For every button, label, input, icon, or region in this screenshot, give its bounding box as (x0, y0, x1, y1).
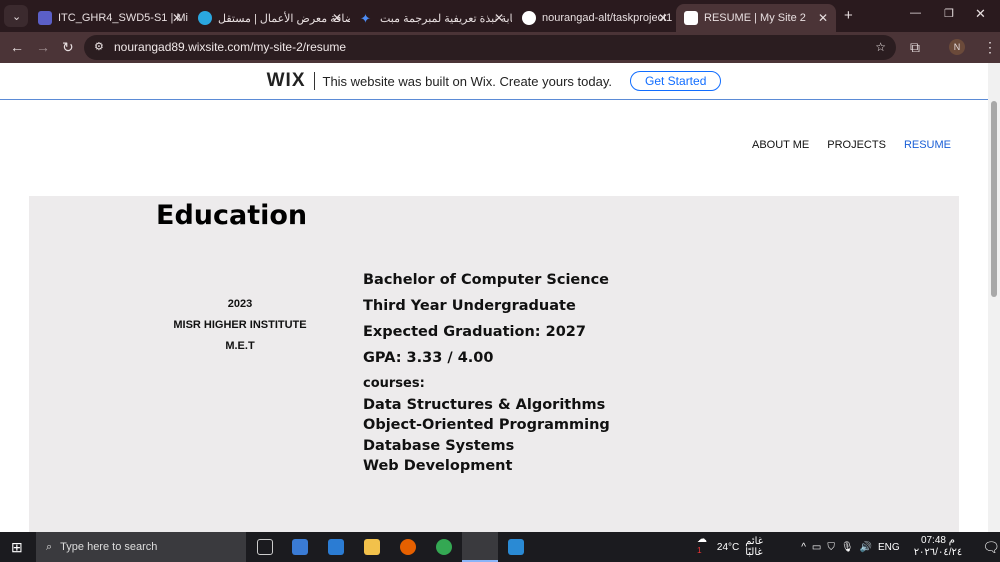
tab-teams[interactable]: ITC_GHR4_SWD5-S1 | Mi ✕ (30, 4, 190, 32)
education-year: 2023 (227, 298, 253, 310)
back-icon[interactable]: ← (10, 39, 24, 55)
course-item: Object-Oriented Programming (363, 417, 610, 433)
forward-icon[interactable]: → (36, 39, 50, 55)
browser-toolbar: ← → ↻ ⚙ nourangad89.wixsite.com/my-site-2… (0, 32, 1000, 63)
tab-resume[interactable]: RESUME | My Site 2 ✕ (676, 4, 836, 32)
network-icon[interactable]: ▭ (812, 542, 821, 553)
profile-avatar[interactable]: N (949, 39, 965, 55)
tab-title: nourangad-alt/taskproject1 (542, 12, 673, 24)
weather-text[interactable]: غائم غالبًا (745, 536, 781, 558)
file-explorer-icon[interactable] (364, 539, 380, 555)
year-level: Third Year Undergraduate (363, 298, 576, 314)
tab-mostaql[interactable]: إضافة معرض الأعمال | مستقل ✕ (190, 4, 350, 32)
institution-info: 2023 MISR HIGHER INSTITUTE M.E.T (150, 294, 330, 357)
security-icon[interactable]: ⛉ (827, 542, 835, 553)
search-placeholder: Type here to search (60, 541, 158, 553)
temperature[interactable]: 24°C (717, 542, 739, 553)
windows-start-icon[interactable]: ⊞ (11, 539, 23, 556)
tab-search-button[interactable]: ⌄ (4, 5, 28, 27)
page-scrollbar[interactable] (988, 63, 1000, 532)
weather-icon[interactable]: ☁1 (697, 534, 711, 560)
microphone-icon[interactable]: 🎙 (841, 542, 854, 553)
extensions-icon[interactable]: ⧉ (910, 39, 920, 56)
bookmark-star-icon[interactable]: ☆ (875, 35, 886, 60)
section-heading: Education (156, 200, 308, 231)
nav-projects[interactable]: PROJECTS (827, 139, 886, 151)
get-started-button[interactable]: Get Started (630, 71, 722, 91)
divider (313, 72, 315, 90)
institute-name: MISR HIGHER INSTITUTE (173, 319, 307, 331)
chevron-up-icon[interactable]: ^ (801, 542, 806, 553)
gpa: GPA: 3.33 / 4.00 (363, 350, 494, 366)
maximize-button[interactable]: ❐ (944, 7, 954, 20)
courses-label: courses: (363, 376, 425, 391)
weather-badge: 1 (697, 544, 702, 555)
tab-title: RESUME | My Site 2 (704, 12, 806, 24)
close-window-button[interactable]: ✕ (975, 6, 986, 22)
task-view-icon[interactable] (257, 539, 273, 555)
notifications-icon[interactable]: 🗨 (982, 539, 1000, 556)
address-bar[interactable]: ⚙ nourangad89.wixsite.com/my-site-2/resum… (84, 35, 896, 60)
nav-resume[interactable]: RESUME (904, 139, 951, 151)
mail-icon[interactable] (328, 539, 344, 555)
course-item: Database Systems (363, 437, 515, 454)
tab-strip: ⌄ ITC_GHR4_SWD5-S1 | Mi ✕ إضافة معرض الأع… (0, 0, 1000, 32)
mostaql-icon (198, 11, 212, 25)
chrome-icon[interactable] (436, 539, 452, 555)
institute-abbr: M.E.T (225, 340, 255, 352)
close-icon[interactable]: ✕ (818, 11, 828, 25)
tab-title: ITC_GHR4_SWD5-S1 | Mi (58, 12, 188, 24)
tab-title: كتابة نبذة تعريفية لمبرجمة مبت (380, 12, 512, 25)
degree-details: Bachelor of Computer Science Third Year … (363, 272, 610, 479)
degree: Bachelor of Computer Science (363, 272, 610, 288)
education-section: Education 2023 MISR HIGHER INSTITUTE M.E… (29, 196, 959, 532)
course-item: Data Structures & Algorithms (363, 396, 606, 413)
course-item: Web Development (363, 458, 513, 474)
taskbar: ⊞ ⌕ Type here to search ☁1 24°C غائم غالب… (0, 532, 1000, 562)
wix-logo: WIX (266, 70, 306, 91)
firefox-icon[interactable] (400, 539, 416, 555)
wix-banner: WIX This website was built on Wix. Creat… (0, 63, 988, 100)
tab-title: إضافة معرض الأعمال | مستقل (218, 12, 350, 25)
minimize-button[interactable]: — (910, 7, 921, 19)
site-info-icon[interactable]: ⚙ (94, 35, 104, 60)
close-icon[interactable]: ✕ (332, 11, 342, 25)
web-page: WIX This website was built on Wix. Creat… (0, 63, 988, 532)
wix-banner-text: This website was built on Wix. Create yo… (322, 73, 613, 89)
language-indicator[interactable]: ENG (878, 542, 900, 553)
tab-gemini[interactable]: ✦ كتابة نبذة تعريفية لمبرجمة مبت ✕ (352, 4, 512, 32)
new-tab-button[interactable]: + (844, 7, 853, 24)
menu-icon[interactable]: ⋮ (983, 39, 997, 56)
close-icon[interactable]: ✕ (172, 11, 182, 25)
tab-github[interactable]: nourangad-alt/taskproject1 ✕ (514, 4, 676, 32)
wix-icon (684, 11, 698, 25)
photos-icon[interactable] (508, 539, 524, 555)
volume-icon[interactable]: 🔊 (860, 542, 872, 553)
gemini-icon: ✦ (360, 11, 371, 26)
search-icon: ⌕ (46, 540, 53, 553)
close-icon[interactable]: ✕ (658, 11, 668, 25)
time: 07:48 م (920, 535, 955, 546)
nav-about-me[interactable]: ABOUT ME (752, 139, 809, 151)
github-icon (522, 11, 536, 25)
chrome-active-icon[interactable] (462, 532, 498, 562)
reload-icon[interactable]: ↻ (62, 39, 74, 56)
date: ٢٠٢٦/٠٤/٢٤ (913, 547, 963, 558)
system-tray: ☁1 24°C غائم غالبًا ^ ▭ ⛉ 🎙 🔊 ENG 07:48 … (697, 532, 1000, 562)
taskbar-search[interactable]: ⌕ Type here to search (36, 532, 246, 562)
graduation: Expected Graduation: 2027 (363, 324, 586, 340)
store-icon[interactable] (292, 539, 308, 555)
teams-icon (38, 11, 52, 25)
site-nav: ABOUT ME PROJECTS RESUME (752, 139, 951, 151)
url-text: nourangad89.wixsite.com/my-site-2/resume (114, 40, 347, 54)
close-icon[interactable]: ✕ (494, 11, 504, 25)
clock[interactable]: 07:48 م ٢٠٢٦/٠٤/٢٤ (914, 535, 963, 559)
scrollbar-thumb[interactable] (991, 101, 997, 297)
